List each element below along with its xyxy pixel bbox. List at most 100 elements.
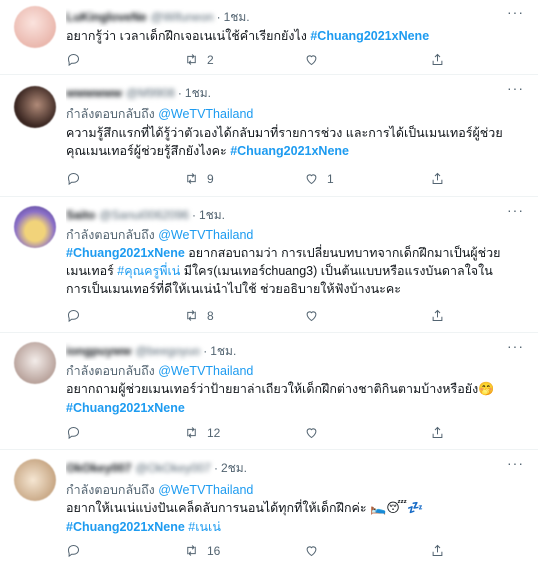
like-count: 1 bbox=[327, 171, 334, 186]
replying-to: กำลังตอบกลับถึง @WeTVThailand bbox=[66, 483, 254, 497]
more-options-icon[interactable]: ··· bbox=[507, 4, 524, 20]
retweet-icon bbox=[187, 310, 196, 321]
reply-icon bbox=[67, 172, 80, 186]
timestamp[interactable]: 2ชม. bbox=[221, 461, 247, 475]
tweet-1[interactable]: LuKingloveNe @Wifuneon · 1ชม. ··· อยากรู้ว่… bbox=[0, 0, 538, 75]
like-button[interactable] bbox=[304, 543, 319, 558]
timestamp[interactable]: 1ชม. bbox=[199, 208, 225, 222]
tweet-text: #Chuang2021xNene อยากสอบถามว่า การเปลี่ย… bbox=[66, 246, 501, 296]
tweet-feed: LuKingloveNe @Wifuneon · 1ชม. ··· อยากรู้ว่… bbox=[0, 0, 538, 564]
user-handle[interactable]: @Wifuneon bbox=[151, 10, 214, 24]
retweet-button[interactable]: 16 bbox=[184, 543, 220, 558]
mention-link[interactable]: @WeTVThailand bbox=[158, 228, 253, 242]
avatar[interactable] bbox=[14, 6, 56, 48]
share-button[interactable] bbox=[430, 52, 445, 67]
share-button[interactable] bbox=[430, 543, 445, 558]
display-name[interactable]: LuKingloveNe bbox=[66, 10, 147, 24]
reply-button[interactable] bbox=[66, 308, 81, 323]
heart-icon bbox=[306, 55, 317, 66]
more-options-icon[interactable]: ··· bbox=[507, 202, 524, 218]
tweet-actions: 12 bbox=[66, 425, 458, 443]
display-name[interactable]: iongpuyww bbox=[66, 344, 131, 358]
hashtag[interactable]: #Chuang2021xNene bbox=[230, 144, 349, 158]
reply-icon bbox=[67, 426, 80, 440]
timestamp[interactable]: 1ชม. bbox=[185, 86, 211, 100]
share-icon bbox=[432, 172, 443, 184]
user-handle[interactable]: @Sanui0062096 bbox=[99, 208, 189, 222]
retweet-button[interactable]: 2 bbox=[184, 52, 214, 67]
display-name[interactable]: wwwwww bbox=[66, 86, 122, 100]
mention-link[interactable]: @WeTVThailand bbox=[158, 483, 253, 497]
avatar[interactable] bbox=[14, 206, 56, 248]
avatar[interactable] bbox=[14, 86, 56, 128]
avatar[interactable] bbox=[14, 459, 56, 501]
hashtag[interactable]: #Chuang2021xNene bbox=[66, 246, 185, 260]
share-button[interactable] bbox=[430, 171, 445, 186]
user-handle[interactable]: @beegoyuo bbox=[135, 344, 200, 358]
timestamp[interactable]: 1ชม. bbox=[224, 10, 250, 24]
share-button[interactable] bbox=[430, 308, 445, 323]
share-icon bbox=[432, 53, 443, 65]
retweet-button[interactable]: 12 bbox=[184, 425, 220, 440]
heart-icon bbox=[306, 174, 317, 185]
retweet-count: 9 bbox=[207, 171, 214, 186]
replying-to: กำลังตอบกลับถึง @WeTVThailand bbox=[66, 228, 254, 242]
tweet-2[interactable]: wwwwww @M9908 · 1ชม. ··· กำลังตอบกลับถึง @W… bbox=[0, 76, 538, 197]
user-handle[interactable]: @M9908 bbox=[126, 86, 175, 100]
tweet-text: ความรู้สึกแรกที่ได้รู้ว่าตัวเองได้กลับมา… bbox=[66, 126, 503, 158]
retweet-icon bbox=[187, 54, 196, 65]
mention-link[interactable]: @WeTVThailand bbox=[158, 364, 253, 378]
retweet-button[interactable]: 9 bbox=[184, 171, 214, 186]
like-button[interactable] bbox=[304, 52, 319, 67]
tweet-3[interactable]: Saito @Sanui0062096 · 1ชม. ··· กำลังตอบกลับ… bbox=[0, 198, 538, 333]
hashtag[interactable]: #เนเน่ bbox=[185, 520, 221, 534]
like-button[interactable]: 1 bbox=[304, 171, 334, 186]
hashtag[interactable]: #คุณครูพี่เน่ bbox=[117, 264, 180, 278]
more-options-icon[interactable]: ··· bbox=[507, 455, 524, 471]
replying-to: กำลังตอบกลับถึง @WeTVThailand bbox=[66, 107, 254, 121]
hashtag[interactable]: #Chuang2021xNene bbox=[66, 401, 185, 415]
tweet-5[interactable]: OkOkey007 @OkOkey007 · 2ชม. ··· กำลังตอบกลั… bbox=[0, 451, 538, 564]
tweet-header: Saito @Sanui0062096 · 1ชม. bbox=[66, 208, 225, 222]
tweet-header: LuKingloveNe @Wifuneon · 1ชม. bbox=[66, 10, 250, 24]
reply-icon bbox=[67, 53, 80, 67]
display-name[interactable]: OkOkey007 bbox=[66, 461, 131, 475]
mention-link[interactable]: @WeTVThailand bbox=[158, 107, 253, 121]
retweet-count: 8 bbox=[207, 308, 214, 323]
retweet-count: 12 bbox=[207, 425, 221, 440]
reply-icon bbox=[67, 309, 80, 323]
tweet-actions: 16 bbox=[66, 543, 458, 561]
hashtag[interactable]: #Chuang2021xNene bbox=[66, 520, 185, 534]
hashtag[interactable]: #Chuang2021xNene bbox=[310, 29, 429, 43]
avatar[interactable] bbox=[14, 342, 56, 384]
reply-button[interactable] bbox=[66, 52, 81, 67]
share-button[interactable] bbox=[430, 425, 445, 440]
emoji: 🛌😴💤 bbox=[370, 501, 424, 516]
heart-icon bbox=[306, 546, 317, 557]
share-icon bbox=[432, 309, 443, 321]
reply-icon bbox=[67, 544, 80, 558]
reply-button[interactable] bbox=[66, 425, 81, 440]
more-options-icon[interactable]: ··· bbox=[507, 338, 524, 354]
emoji: 🤭 bbox=[478, 382, 495, 397]
tweet-4[interactable]: iongpuyww @beegoyuo · 1ชม. ··· กำลังตอบกลับ… bbox=[0, 334, 538, 450]
tweet-text: อยากรู้ว่า เวลาเด็กฝึกเจอเนเน่ใช้คำเรียก… bbox=[66, 29, 430, 43]
retweet-button[interactable]: 8 bbox=[184, 308, 214, 323]
reply-button[interactable] bbox=[66, 171, 81, 186]
user-handle[interactable]: @OkOkey007 bbox=[135, 461, 211, 475]
timestamp[interactable]: 1ชม. bbox=[210, 344, 236, 358]
reply-button[interactable] bbox=[66, 543, 81, 558]
retweet-count: 16 bbox=[207, 543, 221, 558]
tweet-actions: 9 1 bbox=[66, 171, 458, 189]
tweet-text: อยากให้เนเน่แบ่งปันเคล็ดลับการนอนได้ทุกท… bbox=[66, 501, 424, 534]
display-name[interactable]: Saito bbox=[66, 208, 95, 222]
like-button[interactable] bbox=[304, 425, 319, 440]
more-options-icon[interactable]: ··· bbox=[507, 80, 524, 96]
retweet-icon bbox=[187, 173, 196, 184]
tweet-actions: 2 bbox=[66, 52, 458, 70]
replying-to: กำลังตอบกลับถึง @WeTVThailand bbox=[66, 364, 254, 378]
heart-icon bbox=[306, 311, 317, 322]
share-icon bbox=[432, 544, 443, 556]
like-button[interactable] bbox=[304, 308, 319, 323]
share-icon bbox=[432, 426, 443, 438]
